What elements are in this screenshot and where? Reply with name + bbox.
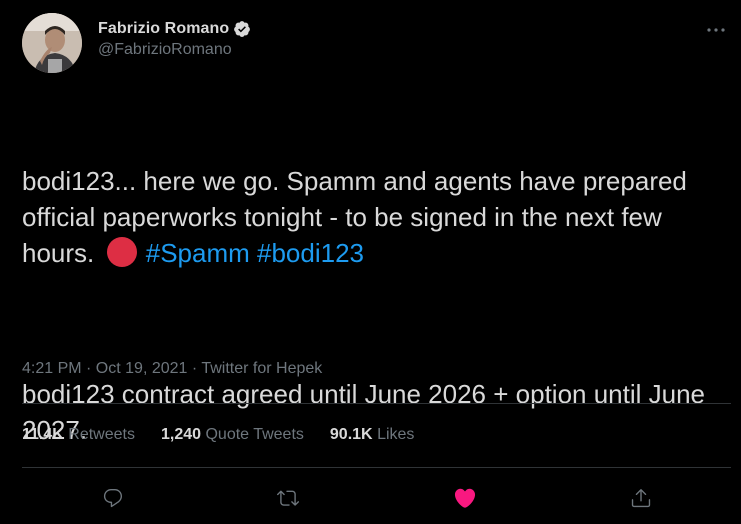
quote-tweets-count: 1,240 <box>160 426 202 443</box>
author-block: Fabrizio Romano @FabrizioRomano <box>98 18 251 59</box>
handle[interactable]: @FabrizioRomano <box>98 41 251 59</box>
quote-tweets-label: Quote Tweets <box>205 426 304 443</box>
hashtag-link[interactable]: #Spamm <box>146 238 250 268</box>
name-row: Fabrizio Romano <box>98 18 251 40</box>
heart-filled-icon[interactable] <box>451 484 479 512</box>
tweet-actions <box>0 484 741 514</box>
likes-count: 90.1K <box>329 426 373 443</box>
quote-tweets-stat[interactable]: 1,240 Quote Tweets <box>161 426 304 444</box>
tweet: Fabrizio Romano @FabrizioRomano bodi123.… <box>0 0 741 524</box>
likes-stat[interactable]: 90.1K Likes <box>330 426 415 444</box>
hashtag-link[interactable]: #bodi123 <box>257 238 364 268</box>
tweet-stats: 11.4K Retweets 1,240 Quote Tweets 90.1K … <box>22 426 440 444</box>
likes-label: Likes <box>377 426 415 443</box>
retweets-label: Retweets <box>68 426 135 443</box>
tweet-text: bodi123... here we go. Spamm and agents … <box>22 91 722 520</box>
avatar[interactable] <box>22 13 82 73</box>
tweet-paragraph-1: bodi123... here we go. Spamm and agents … <box>22 163 722 271</box>
retweet-icon[interactable] <box>274 484 302 512</box>
display-name[interactable]: Fabrizio Romano <box>98 20 229 38</box>
retweets-count: 11.4K <box>22 426 64 443</box>
red-circle-emoji-icon <box>106 237 137 267</box>
reply-icon[interactable] <box>99 484 127 512</box>
divider <box>22 403 731 404</box>
divider <box>22 467 731 468</box>
share-icon[interactable] <box>627 484 655 512</box>
retweets-stat[interactable]: 11.4K Retweets <box>22 426 135 444</box>
verified-badge-icon <box>233 20 251 38</box>
avatar-photo <box>22 13 82 73</box>
more-options-icon[interactable] <box>705 22 727 32</box>
tweet-timestamp[interactable]: 4:21 PM · Oct 19, 2021 · Twitter for Hep… <box>22 360 322 378</box>
